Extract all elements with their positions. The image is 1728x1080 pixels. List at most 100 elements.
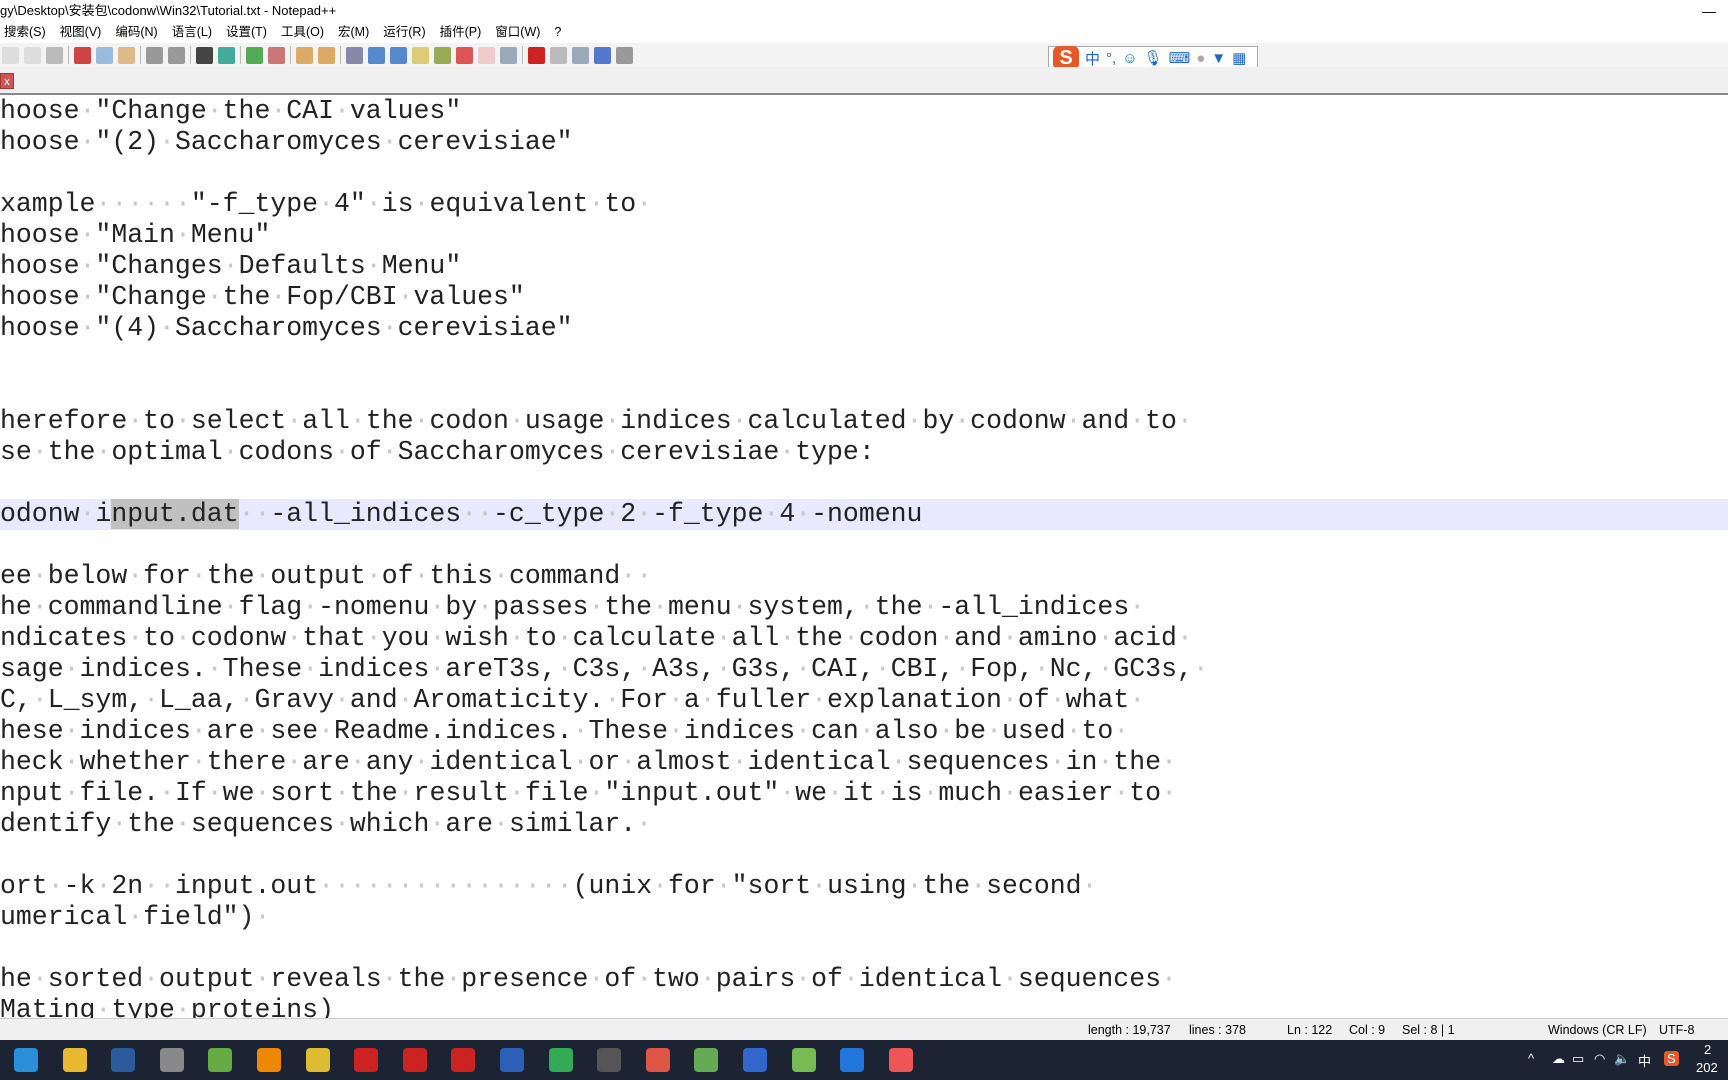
text-line[interactable]: hoose·"Change·the·CAI·values": [0, 96, 1728, 127]
text-line[interactable]: he·commandline·flag·-nomenu·by·passes·th…: [0, 592, 1728, 623]
tray-chevron[interactable]: ^: [1528, 1051, 1534, 1066]
toolbar-button-icon[interactable]: [616, 46, 633, 64]
text-line[interactable]: nput·file.·If·we·sort·the·result·file·"i…: [0, 778, 1728, 809]
toolbar-button-icon[interactable]: [550, 46, 567, 64]
menu-item[interactable]: 搜索(S): [4, 22, 46, 42]
close-tab-icon[interactable]: x: [0, 73, 14, 89]
text-line[interactable]: heck·whether·there·are·any·identical·or·…: [0, 747, 1728, 778]
text-line[interactable]: herefore·to·select·all·the·codon·usage·i…: [0, 406, 1728, 437]
tray-ime[interactable]: 中: [1638, 1051, 1651, 1070]
text-line[interactable]: he·sorted·output·reveals·the·presence·of…: [0, 964, 1728, 995]
text-line[interactable]: hoose·"(4)·Saccharomyces·cerevisiae": [0, 313, 1728, 344]
app-taskbar-icon[interactable]: [645, 1048, 670, 1072]
text-line[interactable]: hoose·"Change·the·Fop/CBI·values": [0, 282, 1728, 313]
menu-item[interactable]: 工具(O): [281, 22, 324, 42]
toolbar-button-icon[interactable]: [74, 46, 91, 64]
toolbar-button-icon[interactable]: [572, 46, 589, 64]
app-taskbar-icon[interactable]: [548, 1048, 573, 1072]
chrome-taskbar-icon[interactable]: [305, 1048, 330, 1072]
toolbar-button-icon[interactable]: [118, 46, 135, 64]
clock[interactable]: 2: [1704, 1042, 1711, 1057]
notepad++-taskbar-icon[interactable]: [791, 1048, 816, 1072]
app-taskbar-icon[interactable]: [208, 1048, 233, 1072]
menu-item[interactable]: 插件(P): [440, 22, 482, 42]
app-taskbar-icon[interactable]: [159, 1048, 184, 1072]
text-line[interactable]: ort·-k·2n··input.out················(uni…: [0, 871, 1728, 902]
text-line[interactable]: ee·below·for·the·output·of·this·command·…: [0, 561, 1728, 592]
toolbar-button-icon[interactable]: [146, 46, 163, 64]
status-eol[interactable]: Windows (CR LF): [1548, 1019, 1647, 1041]
text-line[interactable]: ndicates·to·codonw·that·you·wish·to·calc…: [0, 623, 1728, 654]
app-taskbar-icon[interactable]: [888, 1048, 913, 1072]
text-line[interactable]: [0, 840, 1728, 871]
text-line[interactable]: se·the·optimal·codons·of·Saccharomyces·c…: [0, 437, 1728, 468]
toolbar-button-icon[interactable]: [456, 46, 473, 64]
keyboard-icon[interactable]: ⌨: [1169, 49, 1191, 67]
emoji-icon[interactable]: ☺: [1122, 50, 1137, 67]
cloud-icon[interactable]: ☁: [1552, 1051, 1565, 1067]
toolbar-button-icon[interactable]: [168, 46, 185, 64]
text-line[interactable]: [0, 468, 1728, 499]
app-taskbar-icon[interactable]: [694, 1048, 719, 1072]
text-line[interactable]: [0, 375, 1728, 406]
toolbar-button-icon[interactable]: [96, 46, 113, 64]
toolbar-button-icon[interactable]: [412, 46, 429, 64]
text-line[interactable]: hoose·"Main·Menu": [0, 220, 1728, 251]
microphone-icon[interactable]: 🎙: [1144, 49, 1163, 67]
toolbar-button-icon[interactable]: [246, 46, 263, 64]
toolbar-button-icon[interactable]: [2, 46, 19, 64]
edge-taskbar-icon[interactable]: [14, 1048, 38, 1072]
toolbar-button-icon[interactable]: [268, 46, 285, 64]
sogou-tray-icon[interactable]: S: [1664, 1051, 1679, 1066]
menu-item[interactable]: 视图(V): [60, 22, 102, 42]
r-taskbar-icon[interactable]: [743, 1048, 767, 1072]
language-en-taskbar-icon[interactable]: [111, 1048, 136, 1072]
toolbar-button-icon[interactable]: [296, 46, 313, 64]
minimize-button[interactable]: —: [1702, 0, 1716, 22]
volume-icon[interactable]: 🔈: [1614, 1051, 1630, 1067]
acrobat-taskbar-icon[interactable]: [451, 1048, 476, 1072]
ime-mode[interactable]: 中: [1085, 48, 1100, 69]
status-encoding[interactable]: UTF-8: [1659, 1019, 1694, 1041]
date[interactable]: 202: [1696, 1060, 1718, 1075]
toolbar-button-icon[interactable]: [478, 46, 495, 64]
text-line[interactable]: [0, 158, 1728, 189]
text-line[interactable]: hese·indices·are·see·Readme.indices.·The…: [0, 716, 1728, 747]
text-line[interactable]: hoose·"(2)·Saccharomyces·cerevisiae": [0, 127, 1728, 158]
toolbar-button-icon[interactable]: [500, 46, 517, 64]
toolbar-button-icon[interactable]: [318, 46, 335, 64]
file-explorer-taskbar-icon[interactable]: [62, 1048, 87, 1072]
word-taskbar-icon[interactable]: [500, 1048, 524, 1072]
menu-item[interactable]: 语言(L): [172, 22, 212, 42]
menu-item[interactable]: 宏(M): [338, 22, 369, 42]
toolbar-button-icon[interactable]: [218, 46, 235, 64]
youdao-taskbar-icon[interactable]: [354, 1048, 379, 1072]
menu-item[interactable]: ?: [554, 22, 561, 42]
toolbar-button-icon[interactable]: [196, 46, 213, 64]
user-icon[interactable]: ●: [1196, 50, 1205, 67]
skin-icon[interactable]: ▼: [1211, 50, 1226, 67]
menu-item[interactable]: 运行(R): [383, 22, 425, 42]
menu-item[interactable]: 编码(N): [115, 22, 157, 42]
text-editor[interactable]: hoose·"Change·the·CAI·values" hoose·"(2)·…: [0, 96, 1728, 1018]
app-taskbar-icon[interactable]: [402, 1048, 427, 1072]
toolbar-button-icon[interactable]: [368, 46, 385, 64]
ime-punct[interactable]: °,: [1106, 50, 1116, 67]
text-line[interactable]: Mating·type·proteins): [0, 995, 1728, 1018]
text-line[interactable]: hoose·"Changes·Defaults·Menu": [0, 251, 1728, 282]
text-line[interactable]: [0, 530, 1728, 561]
text-line[interactable]: [0, 933, 1728, 964]
battery-icon[interactable]: ▭: [1572, 1051, 1584, 1067]
toolbar-button-icon[interactable]: [434, 46, 451, 64]
text-line[interactable]: odonw·input.dat··-all_indices··-c_type·2…: [0, 499, 1728, 530]
text-line[interactable]: xample······"-f_type·4"·is·equivalent·to…: [0, 189, 1728, 220]
toolbar-button-icon[interactable]: [528, 46, 545, 64]
text-line[interactable]: umerical·field")·: [0, 902, 1728, 933]
toolbar-button-icon[interactable]: [24, 46, 41, 64]
text-line[interactable]: C,·L_sym,·L_aa,·Gravy·and·Aromaticity.·F…: [0, 685, 1728, 716]
search-taskbar-icon[interactable]: [257, 1048, 281, 1072]
wifi-icon[interactable]: ◠: [1594, 1051, 1605, 1067]
text-line[interactable]: sage·indices.·These·indices·areT3s,·C3s,…: [0, 654, 1728, 685]
grid-icon[interactable]: ▦: [1232, 49, 1246, 67]
menu-item[interactable]: 窗口(W): [495, 22, 540, 42]
